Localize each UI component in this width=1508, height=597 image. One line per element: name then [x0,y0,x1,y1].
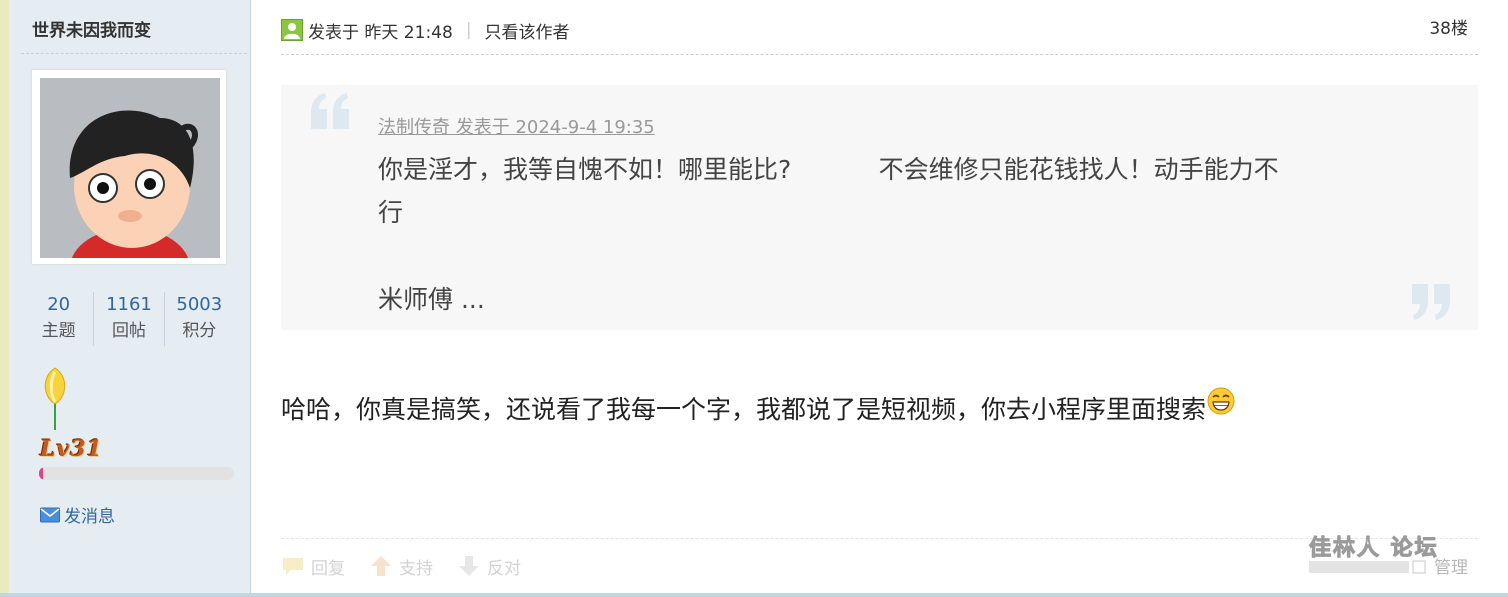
level-progress-bar [39,467,234,480]
stat-threads[interactable]: 20 主题 [24,292,95,346]
svg-text:佳林人 论坛: 佳林人 论坛 [1309,535,1439,561]
thumbs-down-arrow-icon [459,556,479,576]
close-quote-icon [1412,284,1450,320]
post-main: 发表于 昨天 21:48 | 只看该作者 38楼 法制传奇 发表于 2024-9… [251,0,1508,597]
reply-bubble-icon [283,558,303,575]
avatar[interactable] [40,78,220,258]
post-header: 发表于 昨天 21:48 | 只看该作者 [281,15,570,45]
stat-points[interactable]: 5003 积分 [165,292,234,346]
quote-text-line: 你是淫才，我等自愧不如！哪里能比? 不会维修只能花钱找人！动手能力不 [378,155,1279,184]
support-button[interactable]: 支持 [369,554,433,579]
footer-divider [281,538,1478,539]
quote-block: 法制传奇 发表于 2024-9-4 19:35 你是淫才，我等自愧不如！哪里能比… [281,85,1478,330]
header-separator: | [465,20,472,40]
sidebar-divider [21,53,247,54]
reply-button[interactable]: 回复 [281,554,345,579]
oppose-button[interactable]: 反对 [457,554,521,579]
left-edge-strip [0,0,9,597]
quote-source[interactable]: 法制传奇 发表于 2024-9-4 19:35 [378,113,655,139]
avatar-cartoon-icon [40,78,220,258]
level-progress-fill [39,467,43,480]
post-content: 哈哈，你真是搞笑，还说看了我每一个字，我都说了是短视频，你去小程序里面搜索 [281,387,1235,426]
author-name[interactable]: 世界未因我而变 [32,16,151,41]
support-label[interactable]: 支持 [399,554,433,579]
quote-text-line: 米师傅 ... [378,285,485,314]
avatar-frame[interactable] [32,70,226,264]
reply-label[interactable]: 回复 [311,554,345,579]
author-sidebar: 世界未因我而变 20 主题 1161 回帖 5003 积分 Lv31 发消息 [9,0,251,597]
stat-label: 积分 [182,321,217,341]
grin-emoji-icon [1207,387,1235,415]
only-author-link[interactable]: 只看该作者 [485,18,570,43]
post-actions: 回复 支持 反对 [281,551,545,581]
manage-link[interactable]: 管理 [1434,553,1468,578]
floor-number[interactable]: 38楼 [1429,14,1468,39]
quote-text-line: 行 [378,198,404,227]
oppose-label[interactable]: 反对 [487,554,521,579]
post-text: 哈哈，你真是搞笑，还说看了我每一个字，我都说了是短视频，你去小程序里面搜索 [281,395,1207,424]
stat-label: 回帖 [111,321,146,341]
stat-label: 主题 [41,321,76,341]
open-quote-icon [311,93,349,129]
send-message-label[interactable]: 发消息 [64,502,115,527]
stat-value[interactable]: 20 [24,292,93,318]
post-time: 发表于 昨天 21:48 [308,22,453,43]
thumbs-up-arrow-icon [371,556,391,576]
author-stats: 20 主题 1161 回帖 5003 积分 [24,292,234,346]
envelope-icon [40,507,60,522]
stat-value[interactable]: 1161 [94,292,163,318]
send-message-link[interactable]: 发消息 [40,502,115,527]
stat-replies[interactable]: 1161 回帖 [94,292,165,346]
stat-value[interactable]: 5003 [165,292,234,318]
bottom-border [0,593,1508,597]
online-status-icon [281,19,303,41]
level-badge: Lv31 [40,436,103,462]
tulip-medal-icon [44,367,66,430]
header-divider [281,54,1478,55]
